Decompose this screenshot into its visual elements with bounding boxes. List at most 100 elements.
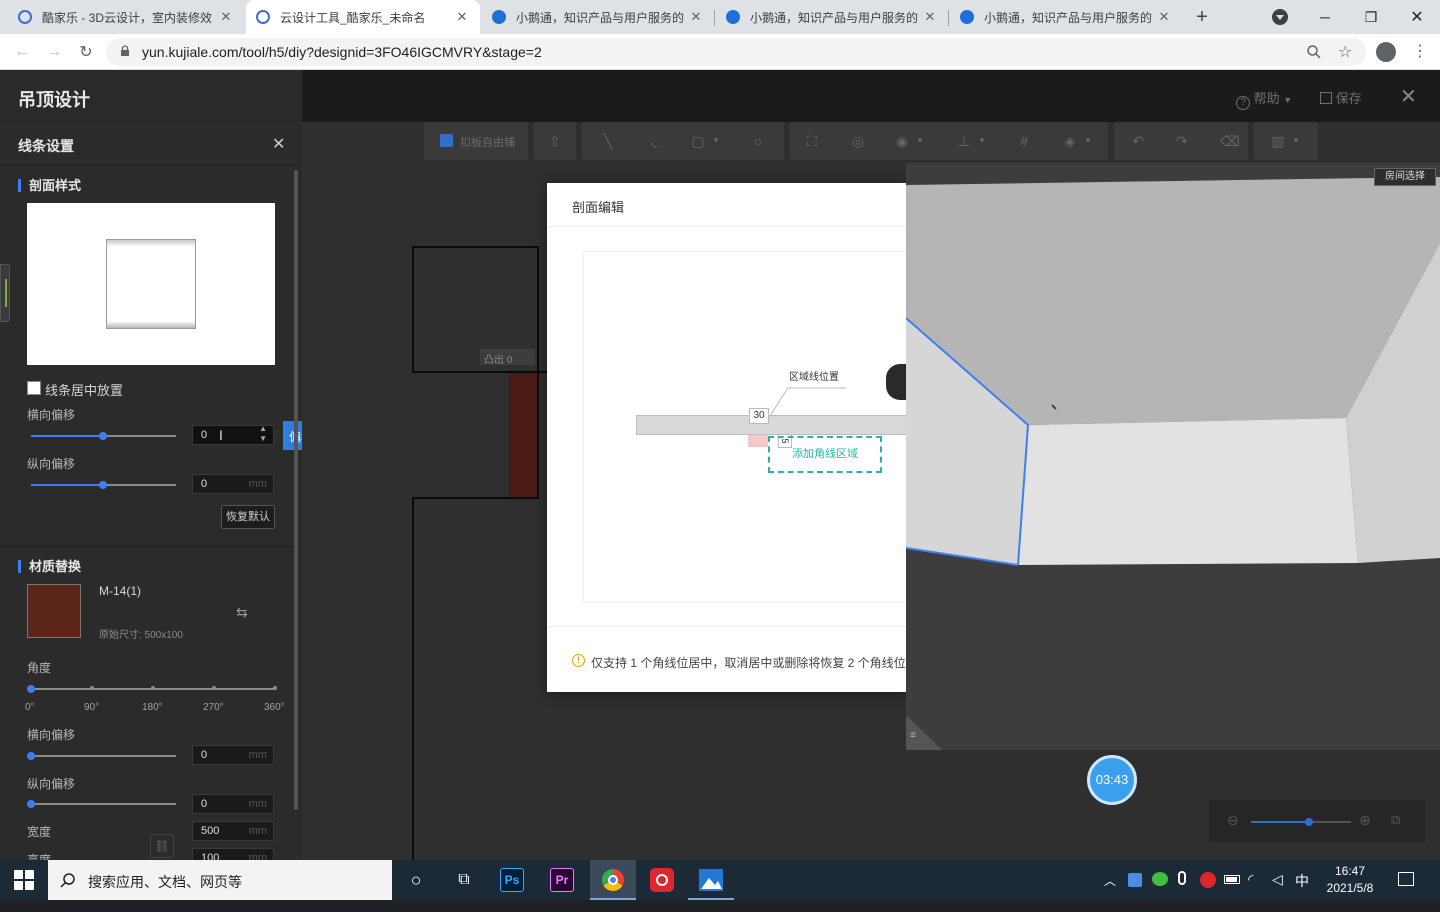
back-icon[interactable]: ← — [10, 40, 34, 64]
tray-expand-icon[interactable]: ︿ — [1104, 872, 1116, 912]
v-offset-input[interactable]: 0 mm — [192, 474, 274, 494]
tray-app-icon[interactable] — [1128, 873, 1142, 887]
resize-handle-icon[interactable]: ≡ — [910, 730, 916, 741]
line-tool-icon[interactable]: ╲ — [600, 133, 616, 149]
profile-avatar-icon[interactable] — [1376, 42, 1396, 62]
premiere-icon[interactable]: Pr — [550, 868, 574, 892]
browser-tab[interactable]: 小鹅通，知识产品与用户服务的 ✕ — [482, 0, 714, 34]
timer-badge[interactable]: 03:43 — [1087, 755, 1137, 805]
mat-v-offset-slider[interactable] — [27, 800, 176, 808]
browser-tab[interactable]: 小鹅通，知识产品与用户服务的 ✕ — [716, 0, 948, 34]
close-tab-icon[interactable]: ✕ — [922, 9, 938, 25]
slider-handle[interactable] — [99, 481, 107, 489]
grid-tool-icon[interactable]: # — [1016, 133, 1032, 149]
center-line-checkbox[interactable] — [27, 381, 41, 395]
address-bar[interactable]: yun.kujiale.com/tool/h5/diy?designid=3FO… — [106, 38, 1366, 66]
bookmark-star-icon[interactable]: ☆ — [1338, 42, 1352, 62]
v-offset-slider[interactable] — [31, 481, 176, 489]
height-input[interactable]: 100 mm — [192, 848, 274, 860]
spinner-icon[interactable]: ▲ ▼ — [259, 424, 267, 444]
snap-toggle[interactable]: 扣板自由铺 — [424, 122, 528, 160]
map-tool[interactable]: ▥ ▼ — [1254, 122, 1318, 160]
reload-icon[interactable]: ↻ — [74, 40, 98, 64]
new-tab-button[interactable]: + — [1190, 6, 1214, 28]
redo-icon[interactable]: ↷ — [1174, 133, 1190, 149]
slider-handle[interactable] — [99, 432, 107, 440]
photos-taskbar-button[interactable] — [688, 860, 734, 900]
offset-tool-icon[interactable]: ◎ — [850, 133, 866, 149]
swap-material-icon[interactable]: ⇆ — [236, 604, 248, 621]
3d-preview[interactable]: 房间选择 ≡ — [906, 163, 1440, 750]
chevron-down-icon[interactable]: ▼ — [708, 133, 724, 149]
task-view-icon[interactable]: ⧉ — [450, 866, 478, 894]
volume-icon[interactable]: ◁ — [1272, 871, 1283, 911]
restore-icon[interactable]: ❐ — [1348, 0, 1394, 34]
slider-handle[interactable] — [27, 685, 35, 693]
close-tab-icon[interactable]: ✕ — [688, 9, 704, 25]
battery-icon[interactable] — [1224, 875, 1240, 884]
reset-default-button[interactable]: 恢复默认 — [221, 505, 275, 529]
paint-tool-icon[interactable]: ◈ — [1062, 133, 1078, 149]
zoom-in-icon[interactable]: ⊕ — [1359, 812, 1371, 829]
slider-handle[interactable] — [27, 752, 35, 760]
microphone-icon[interactable] — [1178, 871, 1186, 885]
netease-music-icon[interactable] — [650, 868, 674, 892]
align-tool-icon[interactable]: ⊥ — [956, 133, 972, 149]
wechat-icon[interactable] — [1152, 872, 1168, 886]
undo-icon[interactable]: ↶ — [1130, 133, 1146, 149]
eraser-icon[interactable]: ⌫ — [1220, 133, 1240, 149]
windows-start-icon[interactable] — [14, 870, 34, 895]
fit-view-icon[interactable]: ⧉ — [1391, 812, 1400, 828]
browser-tab-active[interactable]: 云设计工具_酷家乐_未命名 ✕ — [246, 0, 480, 34]
chrome-taskbar-button[interactable] — [590, 860, 636, 900]
window-close-icon[interactable]: ✕ — [1394, 0, 1440, 34]
close-tab-icon[interactable]: ✕ — [218, 9, 234, 25]
dimension-30[interactable]: 30 — [749, 408, 769, 424]
help-menu[interactable]: ? 帮助 ▼ — [1236, 88, 1292, 110]
wifi-icon[interactable]: ◜ — [1248, 871, 1253, 911]
side-handle[interactable] — [0, 264, 10, 322]
chevron-down-icon[interactable]: ▼ — [912, 133, 928, 149]
circle-tool-icon[interactable]: ○ — [750, 133, 766, 149]
close-editor-icon[interactable]: ✕ — [1400, 84, 1417, 109]
cortana-icon[interactable]: ○ — [402, 866, 430, 894]
taskbar-search[interactable]: 搜索应用、文档、网页等 — [48, 860, 392, 900]
profile-editor-canvas[interactable]: 区域线位置 30 5 添加角线区域 — [583, 251, 910, 603]
arc-tool-icon[interactable]: ◟ — [646, 133, 662, 149]
browser-tab[interactable]: 小鹅通，知识产品与用户服务的 ✕ — [950, 0, 1182, 34]
zoom-icon[interactable] — [1306, 44, 1322, 60]
ime-indicator[interactable]: 中 — [1295, 871, 1309, 911]
mat-h-offset-input[interactable]: 0 mm — [192, 745, 274, 765]
chevron-down-icon[interactable]: ▼ — [1080, 133, 1096, 149]
h-offset-input[interactable]: 0 I ▲ ▼ — [192, 424, 274, 445]
rect-tool-icon[interactable]: ▢ — [690, 133, 706, 149]
add-corner-region-button[interactable]: 添加角线区域 — [768, 436, 882, 473]
close-tab-icon[interactable]: ✕ — [454, 9, 470, 25]
close-tab-icon[interactable]: ✕ — [1156, 9, 1172, 25]
slider-handle[interactable] — [27, 800, 35, 808]
panel-scrollbar[interactable] — [294, 170, 298, 810]
notification-icon[interactable] — [1398, 872, 1414, 886]
save-button[interactable]: 保存 — [1320, 88, 1362, 107]
slider-handle[interactable] — [1305, 818, 1313, 826]
frame-tool-icon[interactable]: ⛶ — [804, 133, 820, 149]
h-offset-slider[interactable] — [31, 432, 176, 440]
browser-menu-icon[interactable]: ⋮ — [1412, 42, 1428, 62]
room-select-button[interactable]: 房间选择 — [1374, 168, 1436, 186]
photoshop-icon[interactable]: Ps — [500, 868, 524, 892]
zoom-out-icon[interactable]: ⊖ — [1227, 812, 1239, 829]
minimize-icon[interactable]: ─ — [1302, 0, 1348, 34]
tab-search-icon[interactable] — [1272, 9, 1288, 25]
view-tool-icon[interactable]: ◉ — [894, 133, 910, 149]
width-input[interactable]: 500 mm — [192, 821, 274, 841]
chevron-down-icon[interactable]: ▼ — [974, 133, 990, 149]
mat-h-offset-slider[interactable] — [27, 752, 176, 760]
zoom-slider[interactable] — [1251, 818, 1351, 826]
netease-tray-icon[interactable] — [1200, 872, 1216, 888]
link-ratio-icon[interactable]: ⛓ — [150, 834, 174, 858]
material-thumbnail[interactable] — [27, 584, 81, 638]
close-panel-icon[interactable]: ✕ — [272, 134, 285, 154]
browser-tab[interactable]: 酷家乐 - 3D云设计，室内装修效 ✕ — [8, 0, 244, 34]
mat-v-offset-input[interactable]: 0 mm — [192, 794, 274, 814]
upload-tool[interactable]: ⇧ — [534, 122, 576, 160]
